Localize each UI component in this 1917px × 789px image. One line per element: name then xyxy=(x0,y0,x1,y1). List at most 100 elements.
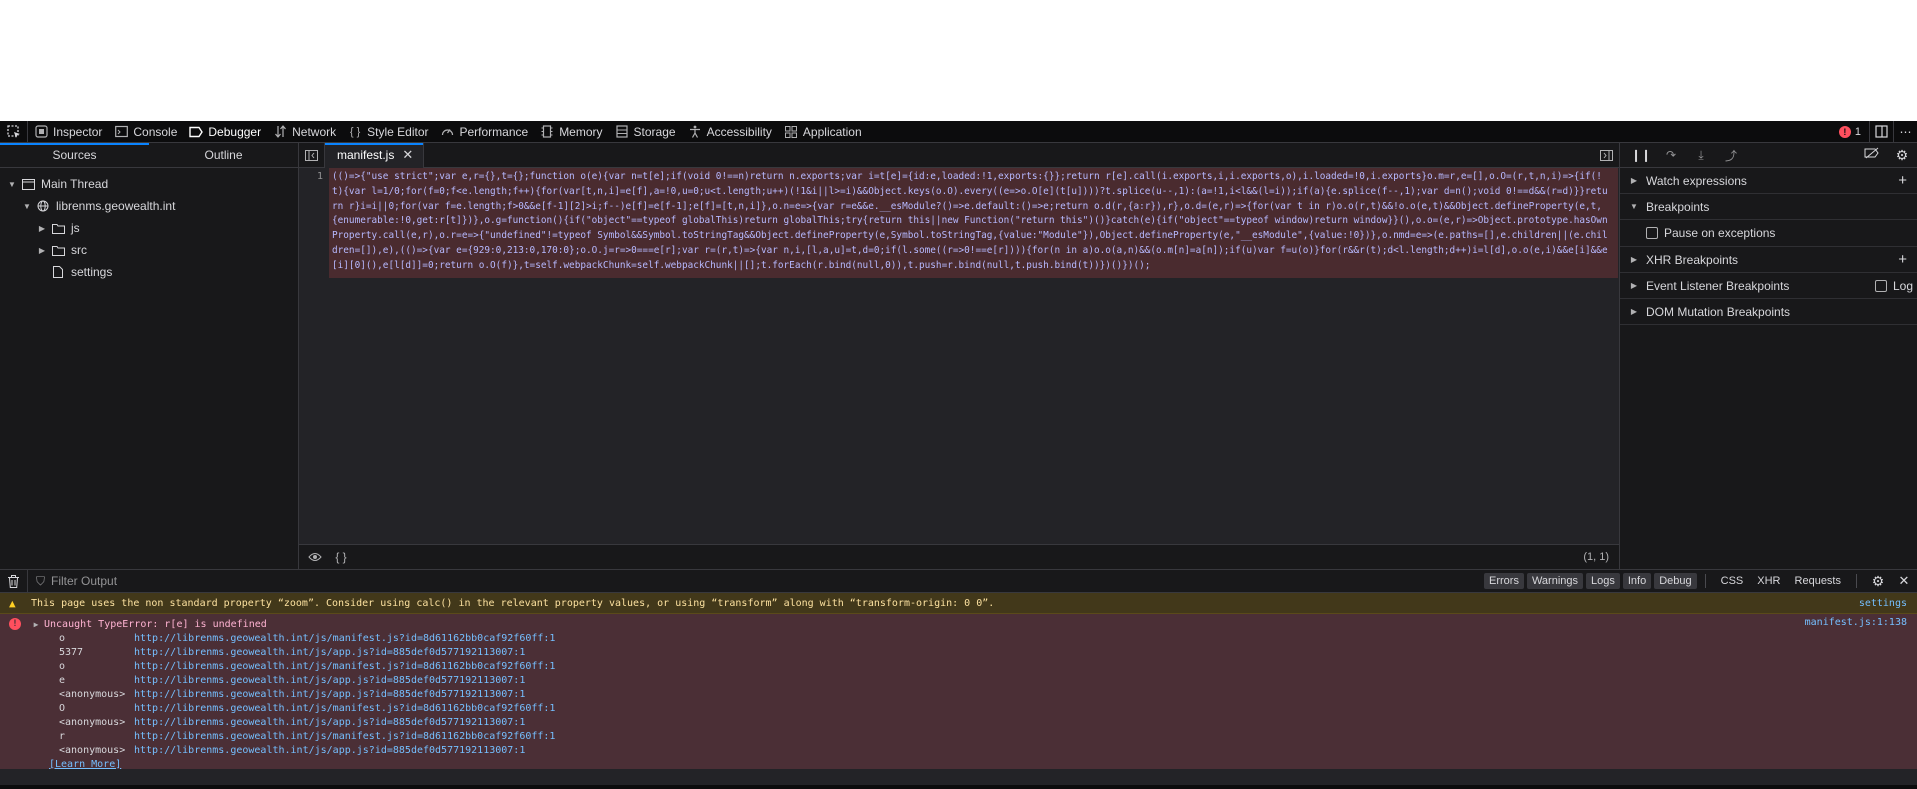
watch-expressions-header[interactable]: ▶ Watch expressions + xyxy=(1620,168,1917,194)
style-editor-icon: { } xyxy=(349,125,361,138)
filter-warnings-button[interactable]: Warnings xyxy=(1526,573,1584,589)
error-icon: ! xyxy=(1838,125,1851,138)
stack-frame[interactable]: e http://librenms.geowealth.int/js/app.js… xyxy=(0,673,1917,687)
chevron-right-icon: ▶ xyxy=(1630,176,1638,185)
stack-frame[interactable]: <anonymous> http://librenms.geowealth.int… xyxy=(0,743,1917,757)
tab-performance[interactable]: Performance xyxy=(434,121,534,143)
pause-button[interactable]: ❙❙ xyxy=(1626,148,1656,162)
filter-icon: ⛉ xyxy=(36,573,46,588)
error-source-link[interactable]: manifest.js:1:138 xyxy=(1805,617,1907,628)
filter-xhr-button[interactable]: XHR xyxy=(1750,575,1787,587)
inspector-icon xyxy=(34,125,48,139)
console-warning-message[interactable]: ▲ This page uses the non standard proper… xyxy=(0,593,1917,614)
code-area[interactable]: 1 (()=>{"use strict";var e,r={},t={};fun… xyxy=(299,168,1619,544)
tree-item-file-settings[interactable]: settings xyxy=(0,261,298,283)
filter-debug-button[interactable]: Debug xyxy=(1654,573,1697,589)
tab-inspector[interactable]: Inspector xyxy=(28,121,108,143)
event-listener-breakpoints-header[interactable]: ▶ Event Listener Breakpoints Log xyxy=(1620,273,1917,299)
chevron-right-icon: ▶ xyxy=(1630,255,1638,264)
add-xhr-breakpoint-button[interactable]: + xyxy=(1898,251,1907,268)
step-over-button[interactable]: ↷ xyxy=(1656,148,1686,162)
frame-url-link[interactable]: http://librenms.geowealth.int/js/app.js?… xyxy=(134,675,525,686)
dom-mutation-breakpoints-header[interactable]: ▶ DOM Mutation Breakpoints xyxy=(1620,299,1917,325)
blackbox-button[interactable] xyxy=(305,552,325,562)
stack-frame[interactable]: Ohttp://librenms.geowealth.int/js/manife… xyxy=(0,701,1917,715)
xhr-breakpoints-header[interactable]: ▶ XHR Breakpoints + xyxy=(1620,247,1917,273)
clear-console-button[interactable] xyxy=(0,569,28,593)
folder-icon xyxy=(51,244,65,256)
element-picker-icon xyxy=(6,124,20,138)
more-options-button[interactable]: ⋯ xyxy=(1893,120,1917,143)
tab-sources[interactable]: Sources xyxy=(0,143,149,167)
code-line[interactable]: (()=>{"use strict";var e,r={},t={};funct… xyxy=(329,168,1618,278)
tab-style-editor[interactable]: { } Style Editor xyxy=(342,121,434,143)
pause-on-exceptions-option[interactable]: Pause on exceptions xyxy=(1620,220,1917,247)
warning-source-link[interactable]: settings xyxy=(1859,598,1917,609)
tab-memory[interactable]: Memory xyxy=(534,121,608,143)
tree-item-folder-src[interactable]: ▶ src xyxy=(0,239,298,261)
toggle-sidebar-button[interactable] xyxy=(1593,143,1619,168)
tab-manifest-js[interactable]: manifest.js ✕ xyxy=(325,142,425,168)
debugger-settings-button[interactable]: ⚙ xyxy=(1887,147,1917,164)
console-bottom-edge xyxy=(0,785,1917,789)
frame-url-link[interactable]: http://librenms.geowealth.int/js/app.js?… xyxy=(134,689,525,700)
tab-storage[interactable]: Storage xyxy=(609,121,682,143)
tab-debugger[interactable]: Debugger xyxy=(183,121,267,143)
dock-options-button[interactable] xyxy=(1869,120,1893,143)
toggle-sources-pane-button[interactable] xyxy=(299,142,325,168)
error-count-badge[interactable]: ! 1 xyxy=(1831,125,1869,138)
tab-accessibility[interactable]: Accessibility xyxy=(682,121,778,143)
pretty-print-button[interactable]: { } xyxy=(331,550,351,564)
frame-url-link[interactable]: http://librenms.geowealth.int/js/manifes… xyxy=(134,731,555,742)
filter-css-button[interactable]: CSS xyxy=(1714,575,1751,587)
stack-frame[interactable]: r http://librenms.geowealth.int/js/manife… xyxy=(0,729,1917,743)
filter-logs-button[interactable]: Logs xyxy=(1586,573,1620,589)
close-console-button[interactable]: ✕ xyxy=(1891,570,1917,593)
deactivate-breakpoints-button[interactable] xyxy=(1857,147,1887,164)
stack-frame[interactable]: <anonymous> http://librenms.geowealth.int… xyxy=(0,715,1917,729)
log-checkbox[interactable] xyxy=(1874,279,1887,292)
filter-requests-button[interactable]: Requests xyxy=(1788,575,1848,587)
frame-url-link[interactable]: http://librenms.geowealth.int/js/manifes… xyxy=(134,633,555,644)
log-option[interactable]: Log xyxy=(1874,279,1913,293)
filter-errors-button[interactable]: Errors xyxy=(1484,573,1524,589)
tree-item-main-thread[interactable]: ▼ Main Thread xyxy=(0,173,298,195)
frame-url-link[interactable]: http://librenms.geowealth.int/js/app.js?… xyxy=(134,647,525,658)
tab-console[interactable]: Console xyxy=(108,121,183,143)
frame-url-link[interactable]: http://librenms.geowealth.int/js/manifes… xyxy=(134,661,555,672)
frame-url-link[interactable]: http://librenms.geowealth.int/js/app.js?… xyxy=(134,745,525,756)
element-picker-button[interactable] xyxy=(0,120,28,143)
step-in-button[interactable]: ⤓ xyxy=(1686,148,1716,163)
stack-frame[interactable]: o http://librenms.geowealth.int/js/manife… xyxy=(0,659,1917,673)
chevron-right-icon[interactable]: ▶ xyxy=(30,620,42,629)
console-error-message[interactable]: ! ▶ Uncaught TypeError: r[e] is undefine… xyxy=(0,614,1917,771)
step-out-button[interactable]: ⤴ xyxy=(1716,147,1746,164)
sources-pane-tabs: Sources Outline xyxy=(0,143,298,168)
error-message: Uncaught TypeError: r[e] is undefined xyxy=(44,618,267,630)
console-filter-buttons: Errors Warnings Logs Info Debug CSS XHR … xyxy=(1481,570,1917,593)
error-header[interactable]: ! ▶ Uncaught TypeError: r[e] is undefine… xyxy=(0,617,1917,631)
close-icon[interactable]: ✕ xyxy=(402,147,413,163)
pause-on-exceptions-checkbox[interactable] xyxy=(1646,227,1658,239)
filter-output-input[interactable]: ⛉ Filter Output xyxy=(28,574,117,589)
tree-item-domain[interactable]: ▼ librenms.geowealth.int xyxy=(0,195,298,217)
tree-item-folder-js[interactable]: ▶ js xyxy=(0,217,298,239)
tab-application[interactable]: Application xyxy=(778,121,868,143)
chevron-down-icon: ▼ xyxy=(8,179,16,189)
command-bar: ❙❙ ↷ ⤓ ⤴ ⚙ xyxy=(1620,143,1917,168)
line-number[interactable]: 1 xyxy=(299,168,329,544)
tab-network[interactable]: Network xyxy=(267,121,342,143)
add-watch-expression-button[interactable]: + xyxy=(1898,172,1907,189)
filter-info-button[interactable]: Info xyxy=(1622,573,1652,589)
file-icon xyxy=(51,266,65,278)
stack-frame[interactable]: 5377 http://librenms.geowealth.int/js/app… xyxy=(0,645,1917,659)
stack-frame[interactable]: o http://librenms.geowealth.int/js/manife… xyxy=(0,631,1917,645)
frame-url-link[interactable]: http://librenms.geowealth.int/js/manifes… xyxy=(134,703,555,714)
tab-outline[interactable]: Outline xyxy=(149,143,298,167)
console-settings-button[interactable]: ⚙ xyxy=(1865,570,1891,593)
learn-more-link[interactable]: [Learn More] xyxy=(0,757,1917,771)
frame-url-link[interactable]: http://librenms.geowealth.int/js/app.js?… xyxy=(134,717,525,728)
breakpoints-header[interactable]: ▼ Breakpoints xyxy=(1620,194,1917,220)
gear-icon: ⚙ xyxy=(1895,146,1909,163)
stack-frame[interactable]: <anonymous> http://librenms.geowealth.int… xyxy=(0,687,1917,701)
